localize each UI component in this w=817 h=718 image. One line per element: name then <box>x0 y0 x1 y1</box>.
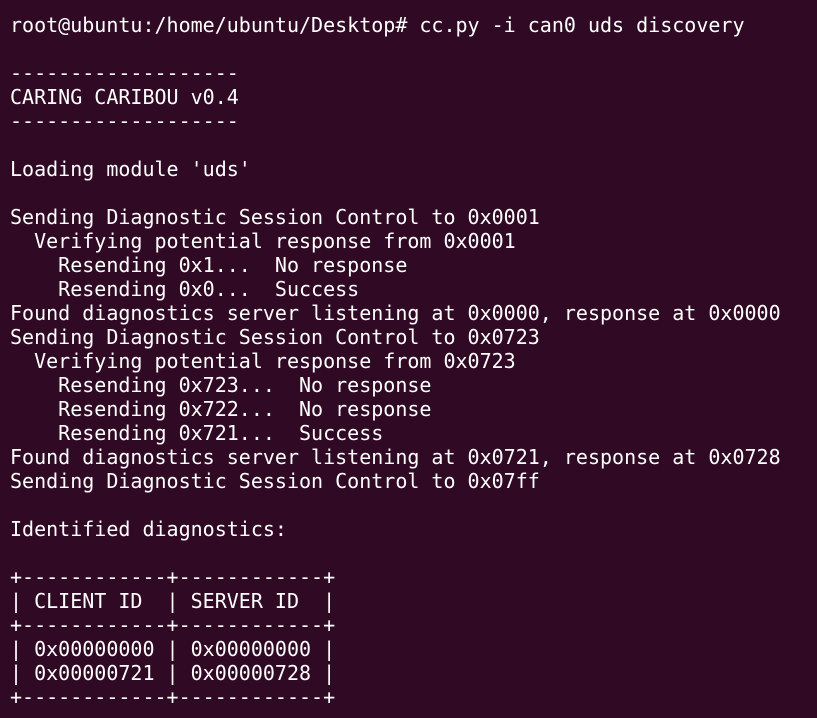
output-line: Resending 0x1... No response <box>10 253 408 277</box>
table-header-row: | CLIENT ID | SERVER ID | <box>10 589 336 613</box>
prompt-command-line: root@ubuntu:/home/ubuntu/Desktop# cc.py … <box>10 13 745 37</box>
table-border: +------------+------------+ <box>10 685 336 709</box>
output-line: Resending 0x721... Success <box>10 421 384 445</box>
output-line: Resending 0x723... No response <box>10 373 432 397</box>
terminal-window[interactable]: root@ubuntu:/home/ubuntu/Desktop# cc.py … <box>0 0 817 718</box>
output-line: Found diagnostics server listening at 0x… <box>10 301 781 325</box>
output-line: Verifying potential response from 0x0723 <box>10 349 516 373</box>
output-line: Identified diagnostics: <box>10 517 287 541</box>
table-border: +------------+------------+ <box>10 565 336 589</box>
output-line: Resending 0x0... Success <box>10 277 360 301</box>
table-row: | 0x00000721 | 0x00000728 | <box>10 661 336 685</box>
banner-rule-top: ------------------- <box>10 61 239 85</box>
output-line: Found diagnostics server listening at 0x… <box>10 445 781 469</box>
output-line: Loading module 'uds' <box>10 157 251 181</box>
output-line: Resending 0x722... No response <box>10 397 432 421</box>
table-border: +------------+------------+ <box>10 613 336 637</box>
banner-title: CARING CARIBOU v0.4 <box>10 85 239 109</box>
banner-rule-bottom: ------------------- <box>10 109 239 133</box>
output-line: Sending Diagnostic Session Control to 0x… <box>10 469 540 493</box>
output-line: Sending Diagnostic Session Control to 0x… <box>10 205 540 229</box>
output-line: Verifying potential response from 0x0001 <box>10 229 516 253</box>
table-row: | 0x00000000 | 0x00000000 | <box>10 637 336 661</box>
output-line: Sending Diagnostic Session Control to 0x… <box>10 325 540 349</box>
